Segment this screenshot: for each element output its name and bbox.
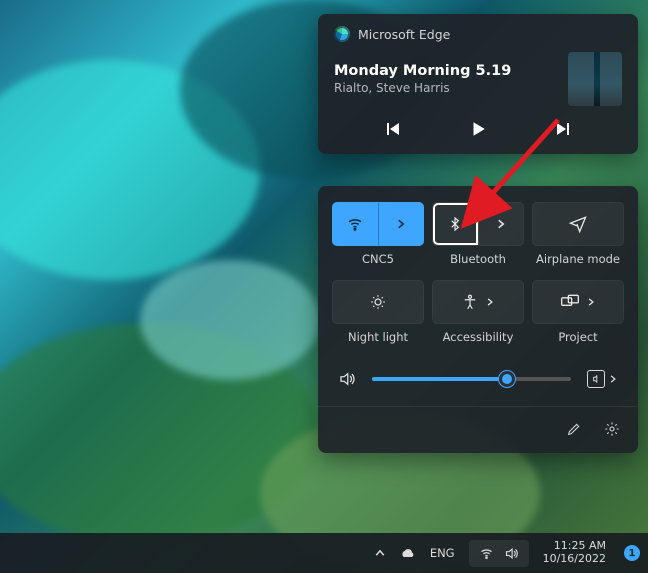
play-button[interactable] [463, 114, 493, 144]
tray-overflow-button[interactable] [370, 545, 390, 561]
media-track-artist: Rialto, Steve Harris [334, 81, 511, 95]
edge-icon [334, 26, 350, 42]
night-light-label: Night light [348, 330, 408, 344]
wifi-expand[interactable] [379, 203, 424, 245]
project-tile[interactable] [532, 280, 624, 324]
album-art [568, 52, 622, 106]
volume-icon[interactable] [334, 366, 360, 392]
settings-button[interactable] [600, 417, 624, 441]
media-track-title: Monday Morning 5.19 [334, 63, 511, 79]
media-app-label: Microsoft Edge [358, 27, 450, 42]
bluetooth-label: Bluetooth [450, 252, 506, 266]
notification-badge[interactable]: 1 [624, 545, 640, 561]
bluetooth-toggle[interactable] [433, 203, 479, 245]
wifi-label: CNC5 [362, 252, 394, 266]
media-flyout: Microsoft Edge Monday Morning 5.19 Rialt… [318, 14, 638, 154]
previous-track-button[interactable] [379, 114, 407, 144]
volume-tray-icon [504, 546, 519, 561]
volume-slider[interactable] [372, 371, 571, 387]
airplane-mode-tile[interactable] [532, 202, 624, 246]
night-light-tile[interactable] [332, 280, 424, 324]
airplane-label: Airplane mode [536, 252, 620, 266]
bluetooth-tile[interactable] [432, 202, 524, 246]
quick-settings-flyout: CNC5 Bluetooth Airplane mode Ni [318, 186, 638, 453]
onedrive-icon[interactable] [400, 545, 416, 561]
bluetooth-expand[interactable] [479, 203, 524, 245]
wifi-tray-icon [479, 546, 494, 561]
audio-output-icon [587, 370, 605, 388]
media-source-app: Microsoft Edge [334, 26, 622, 42]
clock-date: 10/16/2022 [543, 553, 606, 566]
taskbar: ENG 11:25 AM 10/16/2022 1 [0, 533, 648, 573]
network-volume-group[interactable] [469, 540, 529, 567]
audio-output-button[interactable] [583, 366, 622, 392]
project-label: Project [558, 330, 597, 344]
clock[interactable]: 11:25 AM 10/16/2022 [539, 540, 610, 565]
accessibility-tile[interactable] [432, 280, 524, 324]
next-track-button[interactable] [549, 114, 577, 144]
wifi-tile[interactable] [332, 202, 424, 246]
wifi-toggle[interactable] [333, 203, 379, 245]
edit-quick-settings-button[interactable] [562, 417, 586, 441]
accessibility-label: Accessibility [443, 330, 514, 344]
language-indicator[interactable]: ENG [426, 546, 459, 560]
